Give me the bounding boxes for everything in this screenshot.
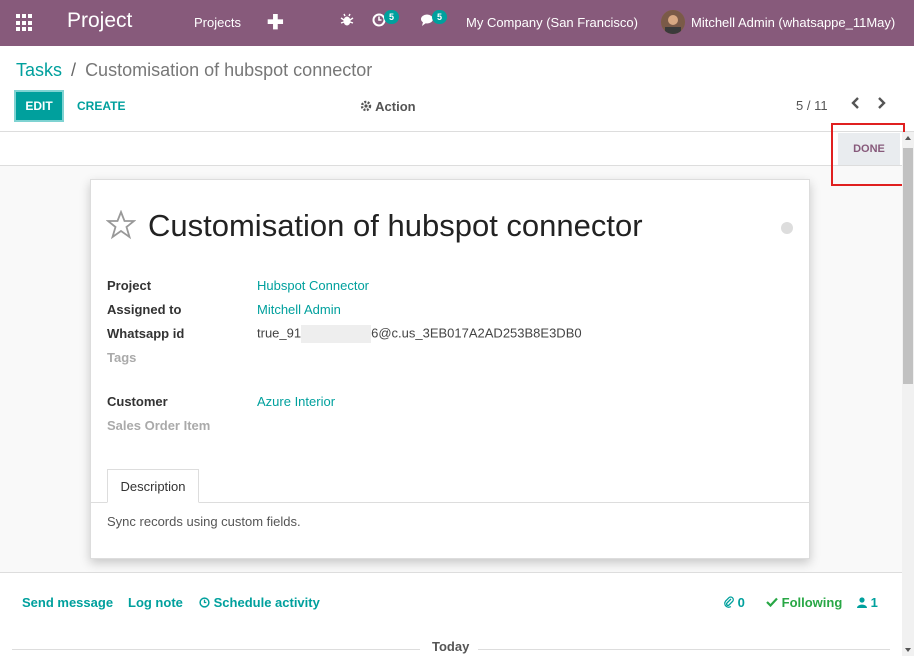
- whatsapp-prefix: true_91: [257, 325, 302, 341]
- assigned-label: Assigned to: [107, 302, 182, 317]
- activity-icon[interactable]: 5: [372, 10, 400, 30]
- chatter: Send message Log note Schedule activity …: [0, 572, 902, 656]
- project-label: Project: [107, 278, 152, 293]
- user-menu[interactable]: Mitchell Admin (whatsappe_11May): [691, 15, 895, 30]
- plus-icon[interactable]: ✚: [267, 10, 284, 35]
- avatar[interactable]: [661, 10, 685, 34]
- schedule-activity-label: Schedule activity: [213, 595, 320, 610]
- sales-order-label: Sales Order Item: [107, 418, 211, 433]
- pager-value[interactable]: 5 / 11: [796, 98, 828, 113]
- customer-value[interactable]: Azure Interior: [257, 394, 335, 409]
- app-brand[interactable]: Project: [67, 9, 132, 33]
- tags-label: Tags: [107, 350, 137, 365]
- customer-label: Customer: [107, 394, 168, 409]
- paperclip-icon: [724, 596, 734, 608]
- followers-count: 1: [870, 595, 878, 610]
- chat-icon[interactable]: 5: [420, 10, 448, 30]
- attachments-count: 0: [737, 595, 745, 610]
- star-icon[interactable]: [105, 209, 137, 248]
- user-icon: [857, 597, 867, 608]
- control-panel: Tasks / Customisation of hubspot connect…: [0, 46, 914, 132]
- project-value[interactable]: Hubspot Connector: [257, 278, 369, 293]
- scroll-up-arrow-icon[interactable]: [905, 136, 911, 140]
- create-button[interactable]: CREATE: [77, 99, 125, 113]
- followers-button[interactable]: 1: [857, 595, 878, 610]
- status-bar: [0, 132, 902, 166]
- redacted-block: [301, 325, 372, 343]
- apps-menu-icon[interactable]: [16, 14, 34, 32]
- description-text[interactable]: Sync records using custom fields.: [107, 514, 301, 529]
- menu-projects[interactable]: Projects: [194, 15, 241, 30]
- pager-next-icon[interactable]: [877, 96, 887, 115]
- tab-description[interactable]: Description: [107, 469, 199, 503]
- today-separator: Today: [432, 639, 470, 654]
- scrollbar[interactable]: [902, 132, 914, 656]
- kanban-state-dot[interactable]: [781, 222, 793, 234]
- check-icon: [766, 597, 778, 608]
- breadcrumb-separator: /: [71, 60, 77, 80]
- company-switcher[interactable]: My Company (San Francisco): [466, 15, 638, 30]
- whatsapp-label: Whatsapp id: [107, 326, 185, 341]
- whatsapp-suffix: 6@c.us_3EB017A2AD253B8E3DB0: [371, 325, 582, 341]
- action-menu[interactable]: Action: [360, 99, 416, 114]
- following-button[interactable]: Following: [766, 595, 842, 610]
- pager-previous-icon[interactable]: [850, 96, 860, 115]
- attachments-button[interactable]: 0: [724, 595, 745, 610]
- task-title: Customisation of hubspot connector: [148, 208, 643, 243]
- scroll-down-arrow-icon[interactable]: [905, 648, 911, 652]
- assigned-value[interactable]: Mitchell Admin: [257, 302, 341, 317]
- divider-right: [478, 649, 890, 650]
- gear-icon: [360, 100, 372, 112]
- top-navbar: Project Projects ✚ 5 5 My Company (San F…: [0, 0, 914, 46]
- activity-count-badge: 5: [384, 10, 400, 24]
- whatsapp-value: true_91 6@c.us_3EB017A2AD253B8E3DB0: [257, 325, 582, 343]
- form-sheet: Customisation of hubspot connector Proje…: [90, 179, 810, 559]
- log-note-button[interactable]: Log note: [128, 595, 183, 610]
- following-label: Following: [781, 595, 843, 610]
- highlight-box: [831, 123, 905, 186]
- messages-count-badge: 5: [432, 10, 448, 24]
- send-message-button[interactable]: Send message: [22, 595, 113, 610]
- breadcrumb-current: Customisation of hubspot connector: [85, 60, 373, 80]
- breadcrumb: Tasks / Customisation of hubspot connect…: [16, 60, 372, 81]
- clock-icon: [199, 597, 210, 608]
- schedule-activity-button[interactable]: Schedule activity: [199, 595, 320, 610]
- breadcrumb-tasks-link[interactable]: Tasks: [16, 60, 62, 80]
- bug-icon[interactable]: [340, 13, 354, 30]
- scroll-thumb[interactable]: [903, 148, 913, 384]
- edit-button[interactable]: EDIT: [14, 90, 64, 122]
- action-label: Action: [375, 99, 416, 114]
- divider-left: [12, 649, 420, 650]
